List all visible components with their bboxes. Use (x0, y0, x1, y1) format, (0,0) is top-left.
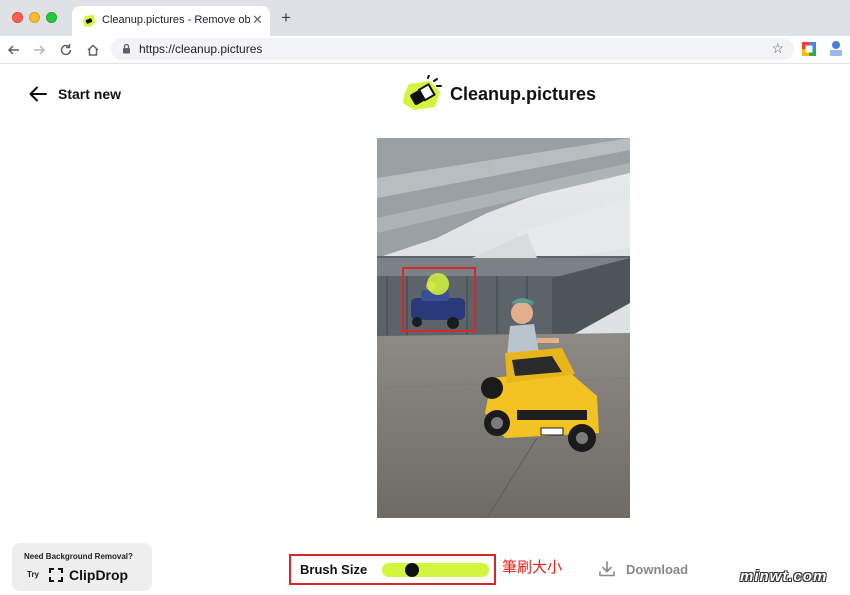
home-icon[interactable] (84, 41, 102, 59)
brush-size-slider[interactable] (382, 563, 489, 577)
forward-arrow-icon[interactable] (30, 41, 48, 59)
start-new-button[interactable]: Start new (28, 84, 121, 104)
new-tab-button[interactable]: + (281, 9, 291, 27)
window-close-button[interactable] (12, 12, 23, 23)
star-icon[interactable]: ☆ (771, 40, 784, 57)
tab-favicon-icon (83, 15, 95, 27)
download-label: Download (626, 561, 689, 577)
download-icon (599, 561, 615, 577)
browser-titlebar: Cleanup.pictures - Remove obj ✕ + (0, 0, 850, 36)
url-text: https://cleanup.pictures (139, 42, 263, 56)
photo-image (377, 138, 630, 518)
eraser-logo-icon (403, 75, 442, 110)
tab-title: Cleanup.pictures - Remove obj (102, 14, 250, 26)
window-zoom-button[interactable] (46, 12, 57, 23)
photo-canvas[interactable] (377, 138, 630, 518)
clipdrop-icon (49, 568, 63, 582)
slider-thumb[interactable] (405, 563, 419, 577)
clipdrop-name: ClipDrop (69, 567, 129, 583)
logo-text: Cleanup.pictures (450, 83, 597, 104)
watermark: minwt.com (740, 568, 828, 585)
browser-tab[interactable]: Cleanup.pictures - Remove obj ✕ (72, 6, 270, 36)
brush-size-label: Brush Size (300, 562, 368, 577)
lock-icon (123, 43, 130, 54)
download-button[interactable]: Download (598, 560, 688, 578)
browser-toolbar: https://cleanup.pictures ☆ (0, 36, 850, 64)
profile-extension-icon[interactable] (829, 40, 843, 58)
left-arrow-icon (29, 86, 47, 102)
brush-size-control: Brush Size (289, 554, 496, 585)
promo-try-label: Try (27, 570, 40, 579)
annotation-label: 筆刷大小 (502, 559, 563, 576)
back-arrow-icon[interactable] (5, 41, 23, 59)
tab-close-icon[interactable]: ✕ (252, 12, 263, 28)
start-new-label: Start new (58, 86, 122, 102)
reload-icon[interactable] (57, 41, 75, 59)
extension-icon[interactable] (802, 42, 816, 56)
address-bar[interactable]: https://cleanup.pictures ☆ (111, 38, 794, 60)
promo-text: Need Background Removal? (24, 552, 133, 561)
window-minimize-button[interactable] (29, 12, 40, 23)
clipdrop-promo[interactable]: Need Background Removal? Try ClipDrop (12, 543, 152, 591)
app-logo[interactable]: Cleanup.pictures (400, 75, 596, 113)
